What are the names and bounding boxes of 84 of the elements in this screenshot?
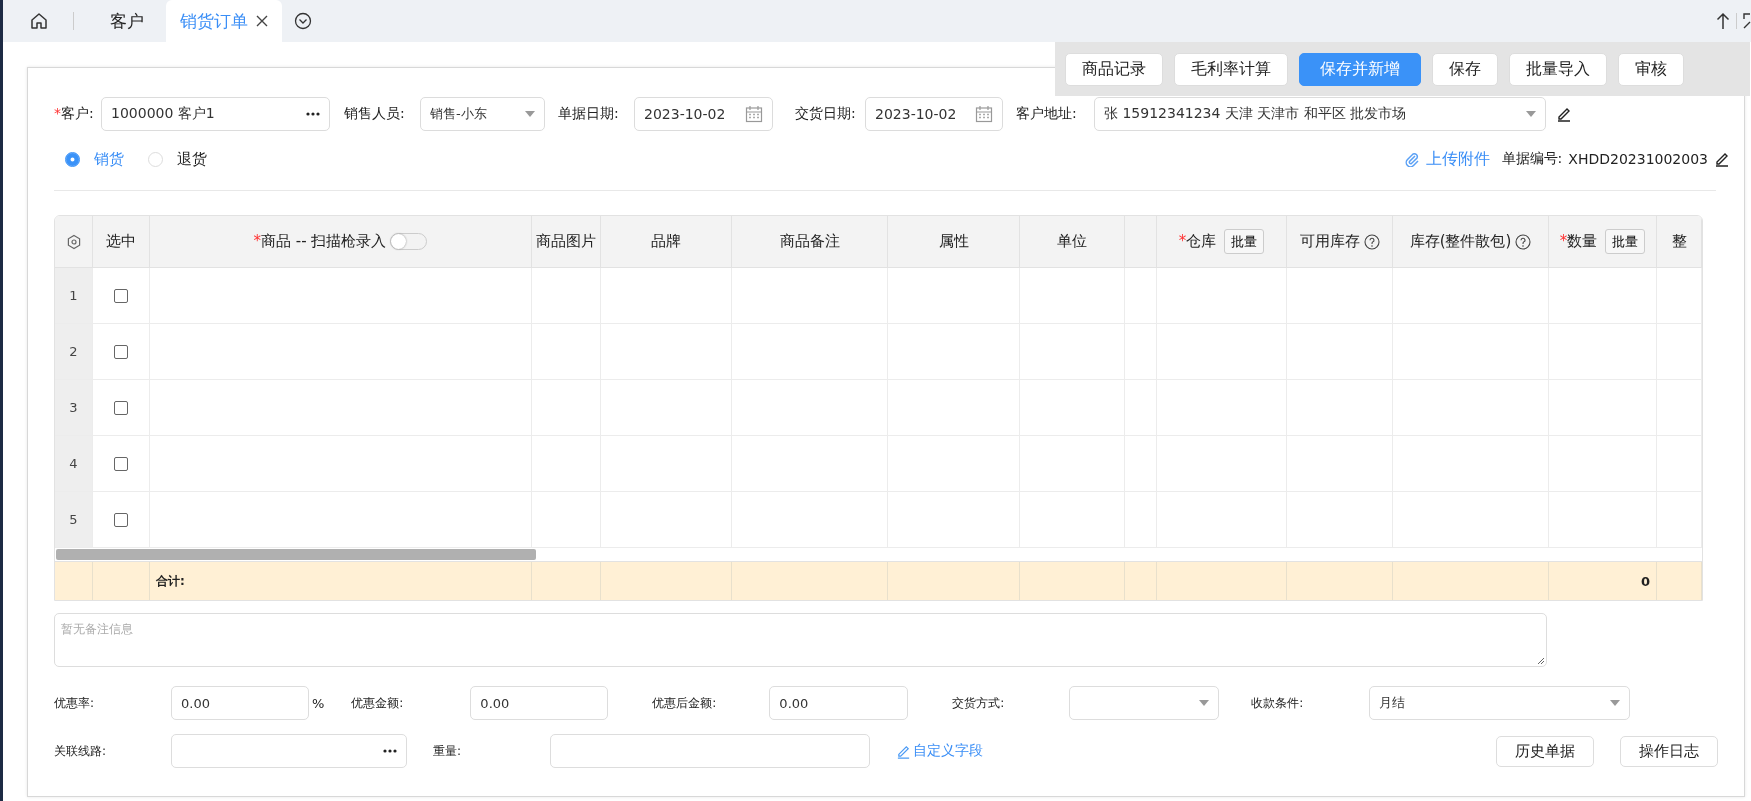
footer-button[interactable]: 操作日志 [1620, 735, 1718, 767]
caret-down-icon[interactable] [1199, 700, 1210, 706]
tab[interactable]: 客户 [96, 0, 158, 42]
caret-down-icon[interactable] [1526, 111, 1536, 117]
column-header: 整 [1671, 232, 1687, 251]
doc-number: XHDD20231002003 [1568, 151, 1708, 167]
field-label: 收款条件: [1251, 694, 1305, 712]
resize-handle-icon[interactable] [1537, 657, 1545, 665]
column-header: 选中 [106, 232, 136, 251]
radio-option[interactable]: 退货 [148, 149, 207, 169]
field-label: 交货日期: [795, 105, 857, 123]
arrow-up-icon[interactable] [1716, 12, 1730, 30]
calendar-icon[interactable] [745, 105, 763, 123]
column-header: 可用库存 [1299, 232, 1360, 251]
row-number: 1 [69, 288, 78, 303]
expand-icon[interactable] [1743, 13, 1751, 29]
footer-button[interactable]: 历史单据 [1496, 735, 1594, 767]
column-header: 库存(整件散包) [1409, 232, 1512, 251]
field-label: 销售人员: [344, 105, 406, 123]
field-label: 单据日期: [558, 105, 620, 123]
field-label: 客户地址: [1016, 105, 1078, 123]
more-dots-icon[interactable] [383, 749, 397, 753]
edit-icon[interactable] [1556, 106, 1572, 122]
field-label: 重量: [433, 742, 463, 760]
settings-icon[interactable] [65, 233, 82, 250]
help-icon[interactable] [1515, 233, 1532, 250]
home-icon[interactable] [29, 11, 49, 31]
field-label: 优惠金额: [351, 694, 405, 712]
column-header: 单位 [1057, 232, 1087, 251]
column-header: *仓库 [1178, 232, 1217, 251]
checkbox[interactable] [114, 344, 128, 359]
column-header: 商品图片 [536, 232, 596, 251]
paperclip-icon [1403, 151, 1420, 167]
lookup-field[interactable] [171, 734, 407, 768]
date-field[interactable]: 2023-10-02 [865, 97, 1003, 131]
input-field[interactable]: 0.00 [470, 686, 609, 720]
field-label: 优惠后金额: [652, 694, 718, 712]
total-quantity: 0 [1640, 573, 1650, 589]
checkbox[interactable] [114, 400, 128, 415]
date-field[interactable]: 2023-10-02 [634, 97, 773, 131]
caret-down-icon[interactable] [1610, 700, 1621, 706]
field-label: 交货方式: [952, 694, 1006, 712]
chevron-down-circle-icon[interactable] [294, 12, 312, 30]
column-header: *商品 -- 扫描枪录入 [253, 232, 387, 251]
caret-down-icon[interactable] [525, 111, 535, 117]
toolbar-button[interactable]: 商品记录 [1065, 52, 1163, 86]
select-field[interactable] [1069, 686, 1220, 720]
column-header: 商品备注 [779, 232, 840, 251]
help-icon[interactable] [1363, 233, 1380, 250]
toolbar-button[interactable]: 审核 [1618, 52, 1684, 86]
input-field[interactable] [550, 734, 870, 768]
row-number: 2 [69, 344, 78, 359]
row-number: 4 [69, 456, 78, 471]
calendar-icon[interactable] [975, 105, 993, 123]
input-field[interactable]: 0.00 [769, 686, 909, 720]
batch-button[interactable]: 批量 [1605, 229, 1646, 254]
row-number: 3 [69, 400, 78, 415]
select-field[interactable]: 张 15912341234 天津 天津市 和平区 批发市场 [1094, 97, 1546, 131]
more-dots-icon[interactable] [306, 112, 320, 116]
doc-number-label: 单据编号: [1501, 150, 1563, 168]
remark-textarea[interactable]: 暂无备注信息 [54, 613, 1547, 667]
edit-icon[interactable] [1714, 151, 1730, 167]
total-label: 合计: [156, 572, 185, 590]
input-field[interactable]: 0.00 [171, 686, 309, 720]
select-field[interactable]: 月结 [1369, 686, 1631, 720]
toolbar-button[interactable]: 批量导入 [1509, 52, 1607, 86]
close-icon[interactable] [256, 15, 268, 27]
checkbox[interactable] [114, 456, 128, 471]
column-header: 属性 [938, 232, 969, 251]
field-label: 关联线路: [54, 742, 108, 760]
field-label: *客户: [54, 105, 95, 123]
checkbox[interactable] [114, 288, 128, 303]
checkbox[interactable] [114, 512, 128, 527]
toolbar-button[interactable]: 毛利率计算 [1174, 52, 1288, 86]
toolbar-button[interactable]: 保存 [1432, 52, 1498, 86]
lookup-field[interactable]: 1000000 客户1 [101, 97, 330, 131]
scrollbar-thumb[interactable] [56, 549, 536, 560]
column-header: *数量 [1559, 232, 1598, 251]
batch-button[interactable]: 批量 [1224, 229, 1265, 254]
percent-sign: % [312, 695, 325, 711]
select-field[interactable]: 销售-小东 [420, 97, 545, 131]
field-label: 优惠率: [54, 694, 96, 712]
row-number: 5 [69, 512, 78, 527]
column-header: 品牌 [651, 232, 681, 251]
